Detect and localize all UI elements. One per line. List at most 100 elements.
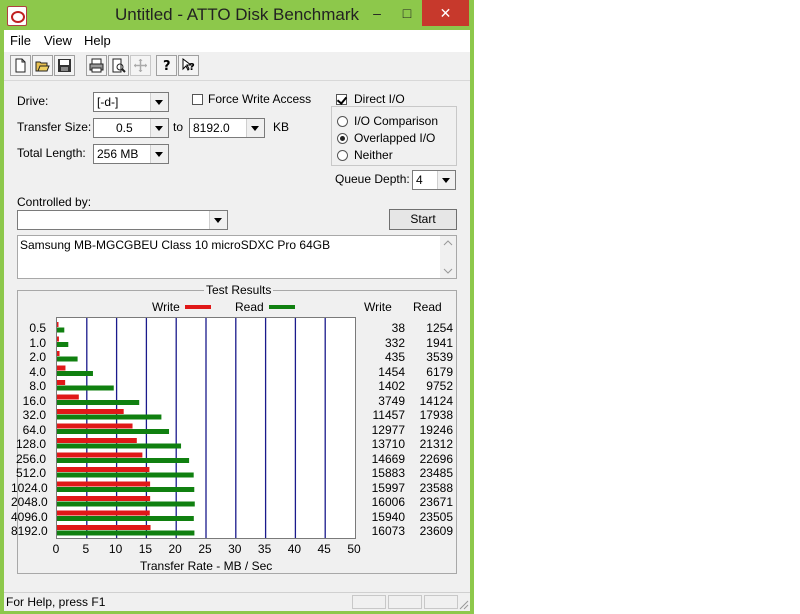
write-value: 16006 — [371, 495, 405, 509]
direct-io-checkbox[interactable] — [336, 94, 347, 105]
read-value: 22696 — [419, 451, 453, 466]
read-bar — [57, 342, 69, 347]
write-value: 15997 — [371, 480, 405, 495]
read-value: 23485 — [419, 466, 453, 480]
menu-file[interactable]: File — [10, 33, 31, 48]
category-label: 32.0 — [22, 408, 46, 422]
transfer-size-label: Transfer Size: — [17, 120, 92, 134]
open-button[interactable] — [32, 55, 53, 76]
maximize-button[interactable]: □ — [392, 0, 422, 26]
transfer-to-value: 8192.0 — [193, 121, 230, 135]
write-value: 12977 — [371, 422, 405, 437]
read-value: 14124 — [419, 393, 453, 408]
close-button[interactable]: ✕ — [422, 0, 469, 26]
read-value: 23671 — [419, 495, 453, 509]
controlled-by-select[interactable] — [17, 210, 228, 230]
description-text: Samsung MB-MGCGBEU Class 10 microSDXC Pr… — [20, 238, 331, 252]
x-tick-label: 30 — [228, 542, 242, 556]
category-label: 4.0 — [29, 364, 46, 379]
x-axis-label: Transfer Rate - MB / Sec — [140, 559, 273, 573]
read-bar — [57, 429, 170, 434]
category-label: 1024.0 — [11, 480, 48, 495]
menu-view[interactable]: View — [44, 33, 72, 48]
chevron-down-icon[interactable] — [150, 145, 168, 163]
start-button[interactable]: Start — [389, 209, 457, 230]
overlapped-io-radio[interactable] — [337, 133, 348, 144]
write-bar — [57, 438, 137, 443]
legend-write-label: Write — [152, 300, 180, 314]
status-pane-2 — [388, 595, 422, 609]
write-value: 15883 — [371, 466, 405, 480]
io-mode-group: I/O Comparison Overlapped I/O Neither — [331, 106, 457, 166]
description-scrollbar[interactable] — [440, 236, 456, 278]
menu-help[interactable]: Help — [84, 33, 111, 48]
write-bar — [57, 380, 66, 385]
category-label: 0.5 — [29, 321, 46, 335]
write-bar — [57, 525, 151, 530]
total-length-select[interactable]: 256 MB — [93, 144, 169, 164]
minimize-button[interactable]: – — [362, 0, 392, 26]
write-value: 38 — [391, 321, 405, 335]
category-label: 8.0 — [29, 379, 46, 393]
queue-depth-select[interactable]: 4 — [412, 170, 456, 190]
write-value: 3749 — [378, 393, 405, 408]
status-bar: For Help, press F1 — [4, 592, 470, 611]
category-label: 8192.0 — [11, 524, 48, 538]
write-bar — [57, 351, 60, 356]
write-value: 14669 — [371, 451, 405, 466]
write-bar — [57, 467, 150, 472]
new-button[interactable] — [10, 55, 31, 76]
io-comparison-label: I/O Comparison — [354, 114, 439, 128]
read-value: 6179 — [426, 364, 453, 379]
write-bar — [57, 365, 66, 371]
category-label: 64.0 — [22, 422, 46, 437]
print-button[interactable] — [86, 55, 107, 76]
neither-label: Neither — [354, 148, 393, 162]
write-bar — [57, 496, 151, 501]
write-value: 13710 — [371, 437, 405, 451]
write-bar — [57, 394, 79, 400]
test-results-title: Test Results — [204, 283, 274, 297]
category-label: 1.0 — [29, 335, 46, 350]
kb-label: KB — [273, 120, 290, 134]
title-bar[interactable]: Untitled - ATTO Disk Benchmark – □ ✕ — [0, 0, 474, 30]
read-value: 3539 — [426, 350, 453, 364]
x-tick-label: 5 — [82, 542, 90, 556]
write-bar — [57, 452, 143, 458]
queue-depth-value: 4 — [416, 173, 423, 187]
transfer-size-to-select[interactable]: 8192.0 — [189, 118, 265, 138]
read-value: 1941 — [426, 335, 453, 350]
force-write-checkbox[interactable] — [192, 94, 203, 105]
transfer-size-from-select[interactable]: 0.5 — [93, 118, 169, 138]
context-help-icon: ? — [182, 58, 195, 73]
x-tick-label: 35 — [257, 542, 272, 556]
chevron-down-icon[interactable] — [150, 93, 168, 111]
chevron-down-icon[interactable] — [209, 211, 227, 229]
chevron-down-icon[interactable] — [150, 119, 168, 137]
about-button[interactable]: ? — [156, 55, 177, 76]
read-bar — [57, 400, 140, 405]
description-textarea[interactable]: Samsung MB-MGCGBEU Class 10 microSDXC Pr… — [17, 235, 457, 279]
resize-grip-icon[interactable] — [459, 600, 469, 610]
drive-select[interactable]: [-d-] — [93, 92, 169, 112]
write-value: 332 — [384, 335, 405, 350]
transfer-from-value: 0.5 — [116, 121, 133, 135]
app-window: Untitled - ATTO Disk Benchmark – □ ✕ Fil… — [0, 0, 474, 614]
io-comparison-radio[interactable] — [337, 116, 348, 127]
neither-radio[interactable] — [337, 150, 348, 161]
move-button[interactable] — [130, 55, 151, 76]
read-value: 19246 — [419, 422, 453, 437]
category-label: 128.0 — [15, 437, 46, 451]
new-icon — [15, 58, 26, 73]
menu-bar: File View Help — [4, 30, 470, 52]
chevron-down-icon[interactable] — [437, 171, 455, 189]
print-preview-button[interactable] — [108, 55, 129, 76]
category-label: 512.0 — [15, 466, 46, 480]
chevron-down-icon[interactable] — [246, 119, 264, 137]
x-tick-label: 10 — [108, 542, 123, 556]
read-value: 23505 — [419, 509, 453, 524]
category-label: 4096.0 — [11, 509, 48, 524]
context-help-button[interactable]: ? — [178, 55, 199, 76]
read-value: 1254 — [426, 321, 453, 335]
save-button[interactable] — [54, 55, 75, 76]
